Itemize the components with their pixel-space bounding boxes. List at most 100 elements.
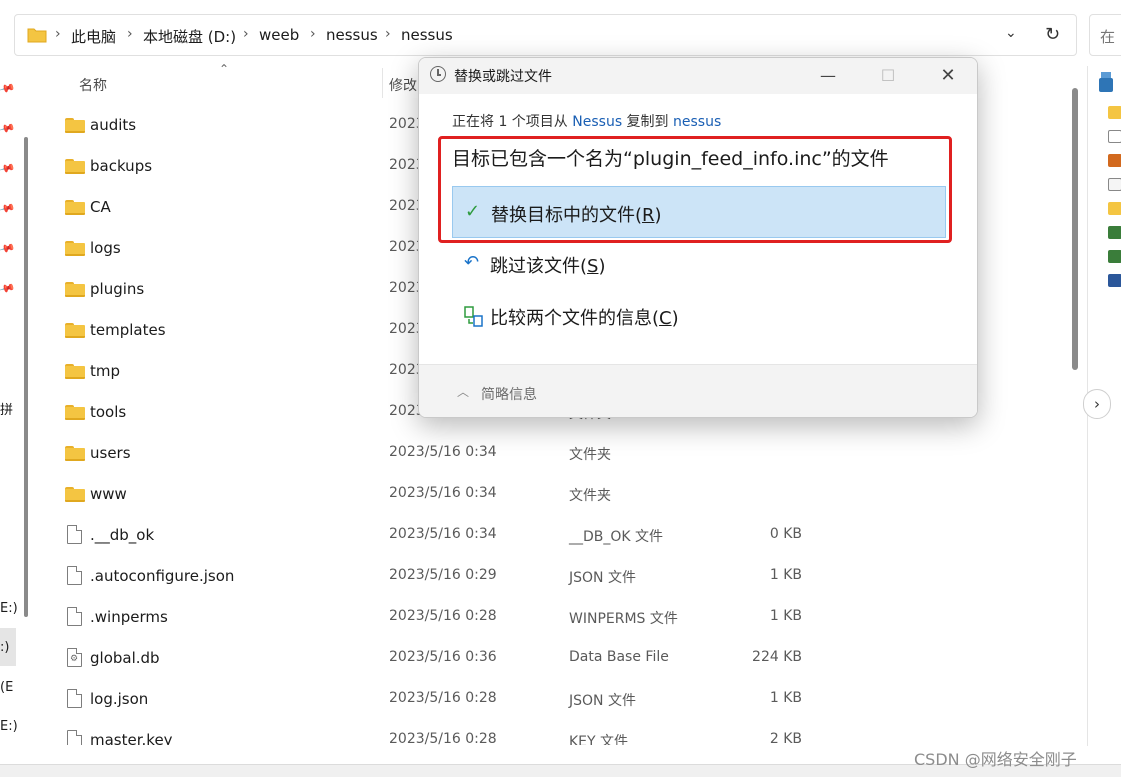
nav-item-label[interactable]: 拼 [0,399,13,418]
file-row-db-ok[interactable]: .__db_ok 2023/5/16 0:34 __DB_OK 文件 0 KB [40,516,1070,557]
folder-icon [65,446,85,461]
dialog-footer: ︿ 简略信息 [419,364,977,417]
minimize-button[interactable]: — [805,62,851,90]
folder-icon [1108,106,1121,119]
nav-scrollbar[interactable] [24,137,28,617]
file-name: users [90,444,131,462]
file-row-master-key[interactable]: master.key 2023/5/16 0:28 KEY 文件 2 KB [40,721,1070,745]
skip-file-option[interactable]: ↶ 跳过该文件(S) [452,238,946,290]
file-type: Data Base File [569,649,669,665]
replace-or-skip-dialog: 替换或跳过文件 — ☐ ✕ 正在将 1 个项目从 Nessus 复制到 ness… [418,57,978,418]
breadcrumb-weeb[interactable]: weeb [259,26,299,44]
folder-icon [65,487,85,502]
nav-item-label[interactable]: E:) [0,719,18,734]
file-name: tools [90,403,127,421]
folder-icon [65,159,85,174]
watermark: CSDN @网络安全刚子 [914,750,1077,769]
file-size: 1 KB [769,690,802,706]
file-date: 2023/5/16 0:28 [389,690,497,706]
breadcrumb-nessus-1[interactable]: nessus [326,26,378,44]
file-date: 2023/5/16 0:29 [389,567,497,583]
file-name: CA [90,198,111,216]
skip-option-label: 跳过该文件(S) [490,256,606,277]
breadcrumb-nessus-2[interactable]: nessus [401,26,453,44]
file-name: audits [90,116,137,134]
file-name: backups [90,157,153,175]
chevron-right-icon: › [385,26,391,42]
folder-icon [65,241,85,256]
chevron-right-icon: › [243,26,249,42]
search-input[interactable]: 在 [1089,14,1121,56]
less-details-button[interactable]: 简略信息 [481,384,537,404]
file-name: www [90,485,127,503]
dialog-title: 替换或跳过文件 [454,69,552,85]
file-name: .winperms [90,608,168,626]
copy-middle: 复制到 [622,114,674,130]
word-doc-icon [1108,274,1121,287]
address-bar[interactable]: › 此电脑 › 本地磁盘 (D:) › weeb › nessus › ness… [14,14,1077,56]
breadcrumb-drive-d[interactable]: 本地磁盘 (D:) [143,26,236,47]
file-icon [1108,130,1121,143]
destination-link[interactable]: nessus [673,114,721,130]
column-divider[interactable] [382,68,383,98]
refresh-icon[interactable]: ↻ [1045,24,1060,45]
pin-icon[interactable]: 📌 [0,159,16,177]
file-name: plugins [90,280,145,298]
dialog-body: 正在将 1 个项目从 Nessus 复制到 nessus 目标已包含一个名为“p… [419,94,977,364]
nav-item-label[interactable]: E:) [0,601,18,616]
chevron-right-icon[interactable]: › [1083,389,1111,419]
file-date: 2023/5/16 0:34 [389,526,497,542]
pin-icon[interactable]: 📌 [0,239,16,257]
archive-icon [1108,154,1121,167]
file-size: 1 KB [769,608,802,624]
file-name: master.key [90,731,173,745]
chevron-up-icon[interactable]: ︿ [457,383,469,400]
breadcrumb-this-pc[interactable]: 此电脑 [71,26,116,47]
column-header-name[interactable]: 名称 [79,75,107,95]
file-list-scrollbar[interactable] [1072,88,1078,370]
pin-icon[interactable]: 📌 [0,279,16,297]
pin-icon[interactable]: 📌 [0,79,16,97]
file-type: 文件夹 [569,488,611,504]
file-name: .autoconfigure.json [90,567,235,585]
file-row-autoconfigure[interactable]: .autoconfigure.json 2023/5/16 0:29 JSON … [40,557,1070,598]
maximize-button[interactable]: ☐ [865,62,911,90]
nav-item-label[interactable]: :) [0,640,9,655]
chevron-right-icon: › [310,26,316,42]
dialog-titlebar[interactable]: 替换或跳过文件 — ☐ ✕ [419,58,977,94]
copy-status-text: 正在将 1 个项目从 Nessus 复制到 nessus [452,111,721,131]
column-header-modified[interactable]: 修改 [389,75,417,95]
file-row-users[interactable]: users 2023/5/16 0:34 文件夹 [40,434,1070,475]
chevron-right-icon: › [55,26,61,42]
file-row-www[interactable]: www 2023/5/16 0:34 文件夹 [40,475,1070,516]
folder-icon [1108,202,1121,215]
database-file-icon: ⚙ [67,648,82,667]
file-icon [67,566,82,585]
file-date: 2023/5/16 0:28 [389,731,497,745]
close-button[interactable]: ✕ [925,62,971,90]
usb-drive-icon [1099,72,1113,92]
file-type: KEY 文件 [569,734,629,745]
compare-icon [464,306,483,327]
file-icon [67,689,82,708]
address-dropdown-icon[interactable]: ⌄ [1005,25,1017,41]
file-type: 文件夹 [569,447,611,463]
pin-icon[interactable]: 📌 [0,199,16,217]
file-row-winperms[interactable]: .winperms 2023/5/16 0:28 WINPERMS 文件 1 K… [40,598,1070,639]
file-name: global.db [90,649,160,667]
source-link[interactable]: Nessus [572,114,622,130]
pin-icon[interactable]: 📌 [0,119,16,137]
replace-file-option[interactable]: ✓ 替换目标中的文件(R) [452,186,946,238]
file-row-global-db[interactable]: ⚙ global.db 2023/5/16 0:36 Data Base Fil… [40,639,1070,680]
chevron-right-icon: › [127,26,133,42]
nav-item-label[interactable]: (E [0,680,13,695]
file-row-log-json[interactable]: log.json 2023/5/16 0:28 JSON 文件 1 KB [40,680,1070,721]
search-placeholder: 在 [1100,28,1116,46]
file-size: 1 KB [769,567,802,583]
file-date: 2023/5/16 0:36 [389,649,497,665]
file-size: 2 KB [769,731,802,745]
compare-files-option[interactable]: 比较两个文件的信息(C) [452,290,946,342]
file-date: 2023/5/16 0:34 [389,444,497,460]
compare-option-label: 比较两个文件的信息(C) [490,308,679,329]
file-type: __DB_OK 文件 [569,529,664,545]
